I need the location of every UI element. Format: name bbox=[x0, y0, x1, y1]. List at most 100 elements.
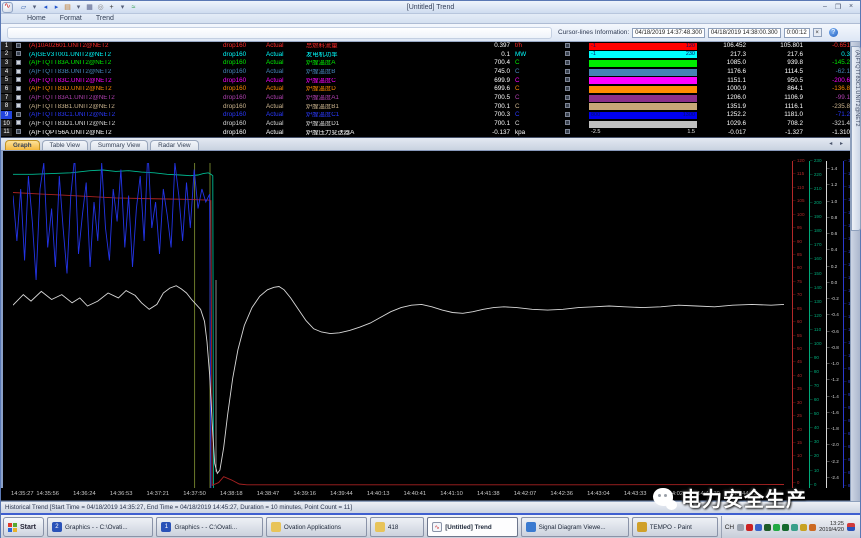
signal-value: 700.1 bbox=[418, 104, 513, 110]
scale-checkbox[interactable] bbox=[565, 86, 570, 91]
tab-radar-view[interactable]: Radar View bbox=[150, 140, 198, 150]
row-number: 3 bbox=[1, 59, 12, 68]
menu-format[interactable]: Format bbox=[60, 15, 82, 22]
signal-row[interactable]: 7(A)FTQTT83A1.UNIT2@NET2drop160Actual炉膛温… bbox=[1, 94, 860, 103]
signal-row[interactable]: 9(A)FTQTT83C1.UNIT2@NET2drop160Actual炉膛温… bbox=[1, 111, 860, 120]
cursor-time-2-field[interactable]: 04/18/2019 14:38:00.300 bbox=[708, 28, 781, 38]
cursor-span-field[interactable]: 0:00:12 bbox=[784, 28, 810, 38]
scale-checkbox[interactable] bbox=[565, 51, 570, 56]
signal-row[interactable]: 11(A)FTQPT56A.UNIT2@NET2drop160Actual炉膛压… bbox=[1, 128, 860, 137]
tab-table-view[interactable]: Table View bbox=[42, 140, 88, 150]
menu-home[interactable]: Home bbox=[27, 15, 46, 22]
axis-pressure[interactable]: -2.4-2.2-2.0-1.8-1.6-1.4-1.2-1.0-0.8-0.6… bbox=[826, 161, 843, 492]
signal-row[interactable]: 5(A)FTQTT83C.UNIT2@NET2drop160Actual炉膛温度… bbox=[1, 77, 860, 86]
taskbar-button[interactable]: Signal Diagram Viewe... bbox=[521, 517, 629, 537]
maximize-button[interactable]: ❐ bbox=[833, 3, 843, 11]
scale-bar bbox=[589, 95, 697, 102]
scale-checkbox[interactable] bbox=[565, 69, 570, 74]
axis-power[interactable]: 0102030405060708090100110120130140150160… bbox=[809, 161, 826, 492]
signal-row[interactable]: 6(A)FTQTT83D.UNIT2@NET2drop160Actual炉膛温度… bbox=[1, 85, 860, 94]
row-checkbox-cell bbox=[12, 95, 25, 102]
close-button[interactable]: × bbox=[846, 3, 856, 11]
row-checkbox[interactable] bbox=[16, 103, 21, 108]
axis-tick: 0.6 bbox=[827, 232, 837, 237]
cursor1-value: 1176.6 bbox=[697, 69, 746, 75]
axis-tick: 1.0 bbox=[827, 200, 837, 205]
paint-icon bbox=[637, 522, 647, 532]
signal-row[interactable]: 10(A)FTQTT83D1.UNIT2@NET2drop160Actual炉膛… bbox=[1, 120, 860, 129]
taskbar-button[interactable]: TEMPO - Paint bbox=[632, 517, 718, 537]
scale-checkbox[interactable] bbox=[565, 43, 570, 48]
axis-scroll-buttons[interactable]: ◂ ▸ bbox=[829, 140, 846, 147]
row-checkbox[interactable] bbox=[16, 129, 21, 134]
row-checkbox[interactable] bbox=[16, 51, 21, 56]
row-checkbox[interactable] bbox=[16, 112, 21, 117]
help-icon[interactable]: ? bbox=[829, 28, 838, 37]
cursor-time-1-field[interactable]: 04/18/2019 14:37:48.300 bbox=[632, 28, 705, 38]
axis-fuel[interactable]: 0510152025303540455055606570758085909510… bbox=[792, 161, 809, 492]
selected-signal-side-tab[interactable]: (A)FTQTT83C1.UNIT2@NET2 bbox=[851, 46, 861, 231]
taskbar-button[interactable]: 1Graphics - - C:\Ovati... bbox=[156, 517, 262, 537]
axis-tick: 0 bbox=[810, 483, 816, 488]
trend-plot[interactable] bbox=[3, 151, 792, 488]
signal-unit: C bbox=[513, 86, 545, 92]
scale-checkbox[interactable] bbox=[565, 77, 570, 82]
yellow-app-tray-icon[interactable] bbox=[800, 524, 807, 531]
row-checkbox[interactable] bbox=[16, 69, 21, 74]
cursor-info-close-icon[interactable]: × bbox=[813, 28, 822, 37]
signal-unit: C bbox=[513, 60, 545, 66]
row-checkbox[interactable] bbox=[16, 120, 21, 125]
menu-trend[interactable]: Trend bbox=[96, 15, 114, 22]
row-checkbox[interactable] bbox=[16, 43, 21, 48]
time-label: 14:41:10 bbox=[440, 491, 463, 497]
right-side-panel-strip: (A)FTQTT83C1.UNIT2@NET2 bbox=[850, 42, 860, 501]
taskbar-clock[interactable]: 13:25 2019/4/20 bbox=[819, 521, 844, 534]
signal-mode: Actual bbox=[266, 43, 306, 49]
orange-app-tray-icon[interactable] bbox=[809, 524, 816, 531]
tab-summary-view[interactable]: Summary View bbox=[90, 140, 148, 150]
trace-fuel-flow bbox=[13, 193, 784, 486]
row-checkbox[interactable] bbox=[16, 95, 21, 100]
row-checkbox[interactable] bbox=[16, 86, 21, 91]
scale-checkbox[interactable] bbox=[565, 129, 570, 134]
m-app-tray-icon[interactable] bbox=[782, 524, 789, 531]
taskbar-button[interactable]: 418 bbox=[370, 517, 424, 537]
axis-tick: 70 bbox=[793, 293, 802, 298]
axis-tick: -1.0 bbox=[827, 362, 839, 367]
signal-row[interactable]: 3(A)FTQTT83A.UNIT2@NET2drop160Actual炉膛温度… bbox=[1, 59, 860, 68]
tab-graph[interactable]: Graph bbox=[5, 140, 40, 150]
shield-tray-icon[interactable] bbox=[764, 524, 771, 531]
taskbar-button[interactable]: ∿[Untitled] Trend bbox=[427, 517, 517, 537]
scale-checkbox[interactable] bbox=[565, 120, 570, 125]
desktop-flag-icon[interactable] bbox=[847, 523, 855, 531]
globe-tray-icon[interactable] bbox=[791, 524, 798, 531]
start-button[interactable]: Start bbox=[3, 517, 44, 537]
signal-row[interactable]: 4(A)FTQTT83B.UNIT2@NET2drop160Actual炉膛温度… bbox=[1, 68, 860, 77]
taskbar-button[interactable]: Ovation Applications bbox=[266, 517, 367, 537]
taskbar-button[interactable]: 2Graphics - - C:\Ovati... bbox=[47, 517, 153, 537]
scale-checkbox[interactable] bbox=[565, 95, 570, 100]
delta-value: -321.4 bbox=[803, 121, 852, 127]
red-app-tray-icon[interactable] bbox=[746, 524, 753, 531]
minimize-button[interactable]: – bbox=[820, 3, 830, 11]
axis-tick: 0.0 bbox=[827, 281, 837, 286]
signal-row[interactable]: 2(A)GEV3T001.UNIT2@NET2drop160Actual发电机功… bbox=[1, 51, 860, 60]
signal-name: (A)FTQTT83A.UNIT2@NET2 bbox=[25, 60, 223, 66]
language-indicator[interactable]: CH bbox=[725, 524, 734, 531]
green-dot-tray-icon[interactable] bbox=[773, 524, 780, 531]
signal-row[interactable]: 8(A)FTQTT83B1.UNIT2@NET2drop160Actual炉膛温… bbox=[1, 102, 860, 111]
scale-checkbox[interactable] bbox=[565, 60, 570, 65]
signal-row[interactable]: 1(A)10A02601.UNIT2@NET2drop160Actual总燃料流… bbox=[1, 42, 860, 51]
row-checkbox[interactable] bbox=[16, 60, 21, 65]
row-number: 2 bbox=[1, 51, 12, 60]
printer-tray-icon[interactable] bbox=[737, 524, 744, 531]
cursor1-value: 106.452 bbox=[697, 43, 746, 49]
axis-tick: 85 bbox=[793, 253, 802, 258]
taskbar-button-label: 418 bbox=[388, 524, 399, 531]
scale-bar bbox=[589, 69, 697, 76]
flag-tray-icon[interactable] bbox=[755, 524, 762, 531]
delta-value: -62.1 bbox=[803, 69, 852, 75]
row-checkbox[interactable] bbox=[16, 77, 21, 82]
scale-checkbox[interactable] bbox=[565, 112, 570, 117]
scale-checkbox[interactable] bbox=[565, 103, 570, 108]
